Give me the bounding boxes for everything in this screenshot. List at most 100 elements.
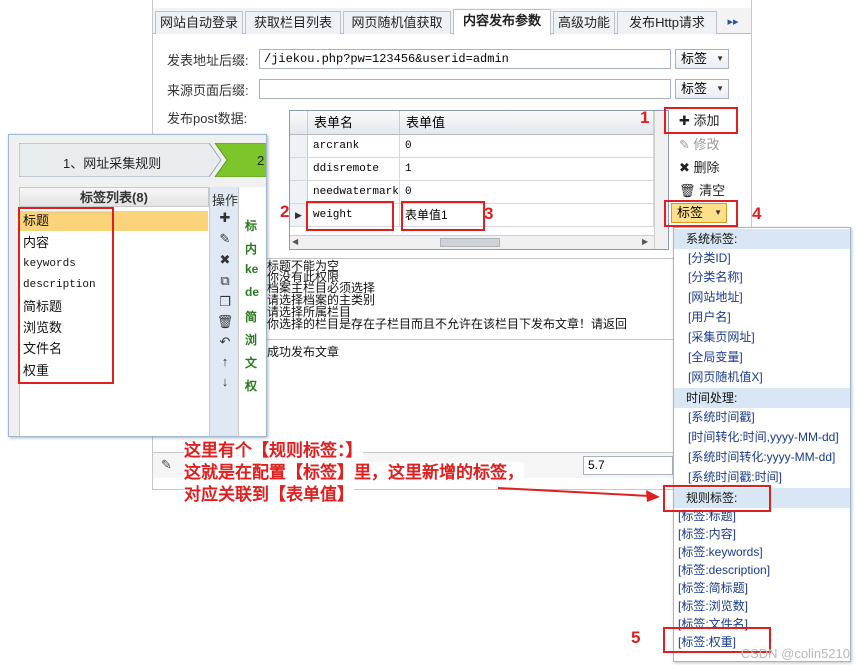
grid-header-name[interactable]: 表单名	[308, 111, 400, 135]
menu-item[interactable]: [采集页网址]	[688, 328, 755, 346]
annotation-number-1: 1	[640, 108, 650, 127]
tab-auto-login[interactable]: 网站自动登录	[155, 11, 243, 34]
grid-cell-value[interactable]: 1	[400, 158, 654, 180]
paste-icon[interactable]: ❐	[216, 293, 234, 311]
undo-icon[interactable]: ↶	[216, 333, 234, 351]
scroll-left-icon[interactable]: ◀	[292, 237, 298, 246]
menu-item[interactable]: [网站地址]	[688, 288, 743, 306]
tab-publish-params[interactable]: 内容发布参数	[453, 9, 551, 35]
annotation-box-rule-group	[663, 485, 771, 512]
step-1-url-rules[interactable]: 1、网址采集规则	[63, 153, 161, 172]
menu-item[interactable]: [时间转化:时间,yyyy-MM-dd]	[688, 428, 839, 446]
pencil-icon: ✎	[679, 137, 694, 152]
menu-item[interactable]: [系统时间戳:时间]	[688, 468, 782, 486]
menu-item[interactable]: [全局变量]	[688, 348, 743, 366]
edit-button-label: 修改	[693, 137, 720, 152]
tag-button-label: 标签	[681, 81, 708, 96]
scroll-thumb[interactable]	[440, 238, 500, 247]
trash-icon[interactable]: 🗑	[216, 313, 234, 331]
trash-icon: 🗑	[679, 183, 700, 198]
annotation-number-4: 4	[752, 204, 762, 223]
close-icon: ✖	[679, 160, 694, 175]
chevron-down-icon: ▼	[716, 84, 724, 93]
arrow-up-icon[interactable]: ↑	[216, 353, 234, 371]
dropdown-group-time: 时间处理:	[674, 388, 850, 408]
grid-cell-value[interactable]: 0	[400, 135, 654, 157]
menu-item[interactable]: [标签:description]	[678, 561, 770, 579]
watermark: CSDN @colin5210	[740, 646, 850, 661]
tab-advanced[interactable]: 高级功能	[553, 11, 615, 34]
annotation-number-2: 2	[280, 202, 290, 221]
source-suffix-tag-button[interactable]: 标签 ▼	[675, 79, 729, 99]
annotation-box-tag-combo	[664, 200, 738, 227]
preview-text: 权	[245, 379, 258, 393]
menu-item[interactable]: [分类ID]	[688, 249, 731, 267]
arrow-down-icon[interactable]: ↓	[216, 373, 234, 391]
preview-text: de	[245, 285, 260, 299]
dropdown-group-system: 系统标签:	[674, 229, 850, 249]
delete-button-label: 删除	[693, 160, 720, 175]
annotation-number-5: 5	[631, 628, 641, 647]
delete-button[interactable]: ✖ 删除	[673, 157, 729, 178]
menu-item[interactable]: [用户名]	[688, 308, 731, 326]
step-2-content-rules[interactable]: 2	[257, 153, 264, 168]
row-selector[interactable]	[290, 181, 308, 203]
post-data-label: 发布post数据:	[167, 111, 248, 126]
menu-item[interactable]: [标签:keywords]	[678, 543, 763, 561]
preview-text: 内	[245, 242, 258, 256]
row-selector[interactable]	[290, 158, 308, 180]
source-suffix-input[interactable]	[259, 79, 671, 99]
table-row[interactable]: arcrank 0	[290, 135, 654, 158]
tab-scroll-right-icon[interactable]: ▸▸	[723, 12, 743, 32]
grid-cell-name[interactable]: ddisremote	[308, 158, 400, 180]
menu-item[interactable]: [网页随机值X]	[688, 368, 763, 386]
clear-button-label: 清空	[699, 183, 726, 198]
row-selector[interactable]	[290, 135, 308, 157]
annotation-note-line-2: 这就是在配置【标签】里，这里新增的标签，	[184, 462, 524, 483]
scroll-right-icon[interactable]: ▶	[642, 237, 648, 246]
pencil-icon[interactable]: ✎	[216, 230, 234, 248]
tab-bar: 网站自动登录 获取栏目列表 网页随机值获取 内容发布参数 高级功能 发布Http…	[153, 8, 751, 35]
message-line: 成功发布文章	[267, 345, 340, 359]
tab-http-request[interactable]: 发布Http请求	[617, 11, 717, 34]
grid-header-value[interactable]: 表单值	[400, 111, 654, 135]
grid-cell-name[interactable]: arcrank	[308, 135, 400, 157]
preview-text: 浏	[245, 333, 258, 347]
source-suffix-label: 来源页面后缀:	[167, 83, 249, 98]
publish-suffix-label: 发表地址后缀:	[167, 53, 249, 68]
tag-button-label: 标签	[681, 51, 708, 66]
tab-random-value[interactable]: 网页随机值获取	[343, 11, 451, 34]
menu-item[interactable]: [系统时间转化:yyyy-MM-dd]	[688, 448, 835, 466]
menu-item[interactable]: [标签:简标题]	[678, 579, 748, 597]
operations-toolbar: 操作 ✚ ✎ ✖ ⧉ ❐ 🗑 ↶ ↑ ↓	[209, 187, 239, 436]
menu-item[interactable]: [标签:内容]	[678, 525, 736, 543]
menu-item[interactable]: [系统时间戳]	[688, 408, 755, 426]
menu-item[interactable]: [标签:浏览数]	[678, 597, 748, 615]
annotation-note-line-1: 这里有个【规则标签：】	[184, 440, 363, 461]
version-input[interactable]: 5.7	[583, 456, 673, 475]
tag-dropdown-menu[interactable]: 系统标签: [分类ID] [分类名称] [网站地址] [用户名] [采集页网址]…	[673, 227, 851, 662]
close-icon[interactable]: ✖	[216, 251, 234, 269]
copy-icon[interactable]: ⧉	[216, 272, 234, 290]
annotation-number-3: 3	[484, 204, 494, 223]
annotation-box-tag-list	[18, 207, 114, 384]
message-line: 你选择的栏目是存在子栏目而且不允许在该栏目下发布文章！请返回	[267, 317, 628, 331]
clear-button[interactable]: 🗑 清空	[673, 180, 729, 201]
publish-suffix-tag-button[interactable]: 标签 ▼	[675, 49, 729, 69]
grid-cell-name[interactable]: needwatermark	[308, 181, 400, 203]
annotation-box-form-name	[306, 201, 394, 231]
grid-corner[interactable]	[290, 111, 308, 135]
preview-text: 标	[245, 219, 258, 233]
table-row[interactable]: ddisremote 1	[290, 158, 654, 181]
operations-title: 操作	[212, 193, 239, 208]
grid-horizontal-scrollbar[interactable]: ◀ ▶	[290, 235, 654, 249]
pencil-icon[interactable]: ✎	[161, 457, 172, 473]
plus-icon[interactable]: ✚	[216, 209, 234, 227]
tab-get-columns[interactable]: 获取栏目列表	[245, 11, 341, 34]
grid-cell-value[interactable]: 0	[400, 181, 654, 203]
preview-text: 简	[245, 310, 258, 324]
annotation-box-add	[664, 107, 738, 134]
publish-suffix-input[interactable]: /jiekou.php?pw=123456&userid=admin	[259, 49, 671, 69]
edit-button[interactable]: ✎ 修改	[673, 134, 729, 155]
menu-item[interactable]: [分类名称]	[688, 268, 743, 286]
